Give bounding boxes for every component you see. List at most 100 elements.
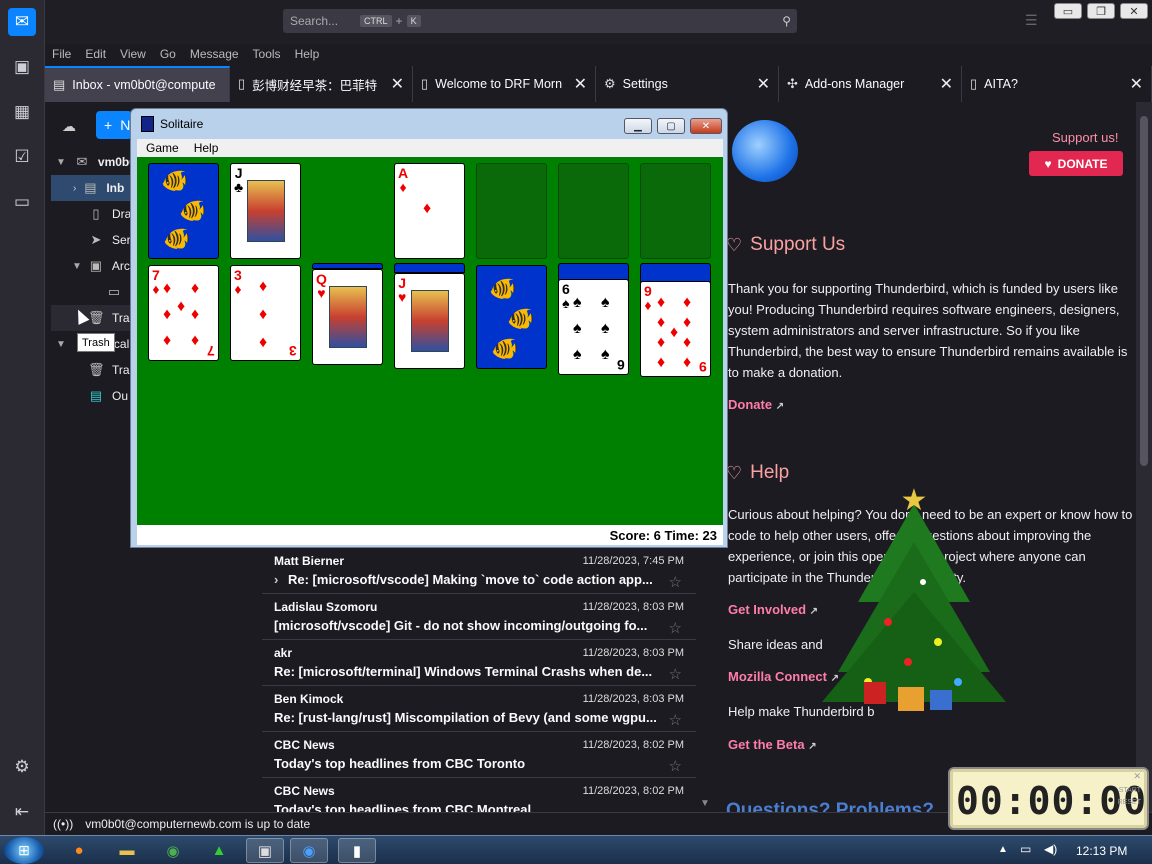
network-icon[interactable]: ▭ (1020, 842, 1031, 856)
calendar-icon[interactable]: ▦ (10, 100, 34, 124)
tab-aita[interactable]: ▯ AITA? ✕ (962, 66, 1152, 102)
folder-account[interactable]: ▼ ✉ vm0b0 (56, 149, 136, 175)
menu-help[interactable]: Help (295, 47, 320, 61)
get-involved-link[interactable]: Get Involved ↗ (728, 602, 818, 617)
foundation-pile-4[interactable] (640, 163, 711, 259)
tab-drf[interactable]: ▯ Welcome to DRF Morn ✕ (413, 66, 596, 102)
minimize-button[interactable]: ▭ (1054, 3, 1082, 19)
tableau-pile-5[interactable]: 🐠 🐠 🐠 (476, 265, 547, 369)
tableau-card-1[interactable]: 7 ♦ 7 ♦ ♦ ♦ ♦ ♦ ♦ ♦ (148, 265, 219, 361)
close-tab-icon[interactable]: ✕ (940, 74, 953, 94)
explorer-icon[interactable]: ▬ (108, 838, 146, 863)
star-icon[interactable]: ☆ (669, 619, 682, 637)
address-book-icon[interactable]: ▣ (10, 55, 34, 79)
tableau-card-7[interactable]: 9 ♦ 9 ♦ ♦ ♦ ♦ ♦ ♦ ♦ ♦ ♦ (640, 281, 711, 377)
solitaire-close-button[interactable]: ✕ (690, 118, 722, 134)
folder-trash[interactable]: 🗑 Tra (51, 305, 131, 331)
tray-expand-icon[interactable]: ▲ (998, 844, 1008, 855)
foundation-pile-3[interactable] (558, 163, 629, 259)
firefox-icon[interactable]: ● (60, 838, 98, 863)
star-icon[interactable]: ☆ (669, 665, 682, 683)
mail-icon[interactable]: ✉ (8, 8, 36, 36)
scroll-down-icon[interactable]: ▼ (700, 798, 710, 809)
tab-settings[interactable]: ⚙ Settings ✕ (596, 66, 779, 102)
tableau-card-6[interactable]: 6 ♠ 6 ♠ ♠ ♠ ♠ ♠ ♠ (558, 279, 629, 375)
thunderbird-taskbar-icon[interactable]: ◉ (290, 838, 328, 863)
fish-icon: 🐠 (179, 198, 207, 223)
folder-outbox[interactable]: ▤ Ou (88, 383, 128, 409)
solitaire-taskbar-icon[interactable]: ▮ (338, 838, 376, 863)
folder-sent[interactable]: ➤ Ser (88, 227, 131, 253)
tasks-icon[interactable]: ☑ (10, 145, 34, 169)
card-pip: ♠ (601, 320, 610, 337)
settings-icon[interactable]: ⚙ (10, 755, 34, 779)
solitaire-minimize-button[interactable]: ▁ (624, 118, 652, 134)
start-button[interactable]: ⊞ (4, 837, 44, 864)
folder-drafts[interactable]: ▯ Dra (88, 201, 131, 227)
folder-archives[interactable]: ▼ ▣ Arc (72, 253, 130, 279)
message-subject: Re: [microsoft/terminal] Windows Termina… (274, 664, 653, 679)
new-message-button[interactable]: + N (96, 111, 132, 139)
scrollbar[interactable] (1136, 102, 1152, 812)
close-tab-icon[interactable]: ✕ (1130, 74, 1143, 94)
maximize-button[interactable]: ❐ (1087, 3, 1115, 19)
close-tab-icon[interactable]: ✕ (391, 74, 404, 94)
chat-icon[interactable]: ▭ (10, 190, 34, 214)
chrome-icon[interactable]: ◉ (154, 838, 192, 863)
tab-label: Settings (622, 77, 668, 91)
volume-icon[interactable]: ◀) (1044, 842, 1057, 856)
message-row[interactable]: Ben Kimock 11/28/2023, 8:03 PM Re: [rust-l… (262, 686, 696, 732)
message-row[interactable]: CBC News 11/28/2023, 8:02 PM Today's top h… (262, 778, 696, 812)
tab-inbox[interactable]: ▤ Inbox - vm0b0t@compute (45, 66, 230, 102)
tableau-card-2[interactable]: 3 ♦ 3 ♦ ♦ ♦ (230, 265, 301, 361)
app-menu-icon[interactable]: ☰ (1025, 12, 1038, 29)
solitaire-maximize-button[interactable]: ▢ (657, 118, 685, 134)
search-bar[interactable]: Search... CTRL + K ⚲ (283, 9, 797, 33)
online-status-icon[interactable]: ((•)) (53, 817, 73, 831)
close-tab-icon[interactable]: ✕ (757, 74, 770, 94)
foundation-pile-1[interactable]: A ♦ ♦ (394, 163, 465, 259)
fish-icon: 🐠 (507, 306, 535, 331)
menu-edit[interactable]: Edit (85, 47, 106, 61)
message-row[interactable]: Ladislau Szomoru 11/28/2023, 8:03 PM [micr… (262, 594, 696, 640)
menu-game[interactable]: Game (146, 141, 179, 155)
taskbar-app-icon[interactable]: ▣ (246, 838, 284, 863)
menu-file[interactable]: File (52, 47, 71, 61)
stopwatch-start-button[interactable]: START (1119, 787, 1141, 794)
donate-link[interactable]: Donate ↗ (728, 397, 784, 412)
waste-pile-card[interactable]: J ♣ (230, 163, 301, 259)
get-beta-link[interactable]: Get the Beta ↗ (728, 737, 817, 752)
message-row[interactable]: CBC News 11/28/2023, 8:02 PM Today's top h… (262, 732, 696, 778)
tree-app-icon[interactable]: ▲ (200, 838, 238, 863)
close-tab-icon[interactable]: ✕ (574, 74, 587, 94)
tableau-card-3[interactable]: Q ♥ (312, 269, 383, 365)
tab-bloomberg[interactable]: ▯ 彭博财经早茶：巴菲特 ✕ (230, 66, 413, 102)
tableau-card-4[interactable]: J ♥ (394, 273, 465, 369)
taskbar-clock[interactable]: 12:13 PM (1076, 844, 1127, 858)
collapse-icon[interactable]: ⇤ (10, 800, 34, 824)
close-window-button[interactable]: ✕ (1120, 3, 1148, 19)
menu-help[interactable]: Help (194, 141, 219, 155)
donate-button[interactable]: ♥ DONATE (1029, 151, 1123, 176)
get-messages-icon[interactable]: ☁ (62, 118, 76, 135)
message-row[interactable]: akr 11/28/2023, 8:03 PM Re: [microsoft/ter… (262, 640, 696, 686)
thread-chevron-icon[interactable]: › (274, 572, 278, 587)
gadget-close-icon[interactable]: ✕ (1133, 771, 1141, 782)
folder-inbox[interactable]: › ▤ Inb (51, 175, 131, 201)
folder-local-trash[interactable]: 🗑 Tra (88, 357, 130, 383)
tab-addons[interactable]: ✣ Add-ons Manager ✕ (779, 66, 962, 102)
scrollbar-thumb[interactable] (1140, 116, 1148, 466)
foundation-pile-2[interactable] (476, 163, 547, 259)
stock-pile[interactable]: 🐠 🐠 🐠 (148, 163, 219, 259)
star-icon[interactable]: ☆ (669, 711, 682, 729)
star-icon[interactable]: ☆ (669, 573, 682, 591)
message-row[interactable]: Matt Bierner 11/28/2023, 7:45 PM › Re: [mic… (262, 548, 696, 594)
star-icon[interactable]: ☆ (669, 757, 682, 775)
stopwatch-reset-button[interactable]: RESET (1118, 799, 1141, 806)
menu-tools[interactable]: Tools (253, 47, 281, 61)
menu-message[interactable]: Message (190, 47, 239, 61)
menu-view[interactable]: View (120, 47, 146, 61)
menu-go[interactable]: Go (160, 47, 176, 61)
kbd-plus: + (395, 14, 403, 28)
kbd-ctrl: CTRL (360, 15, 392, 27)
